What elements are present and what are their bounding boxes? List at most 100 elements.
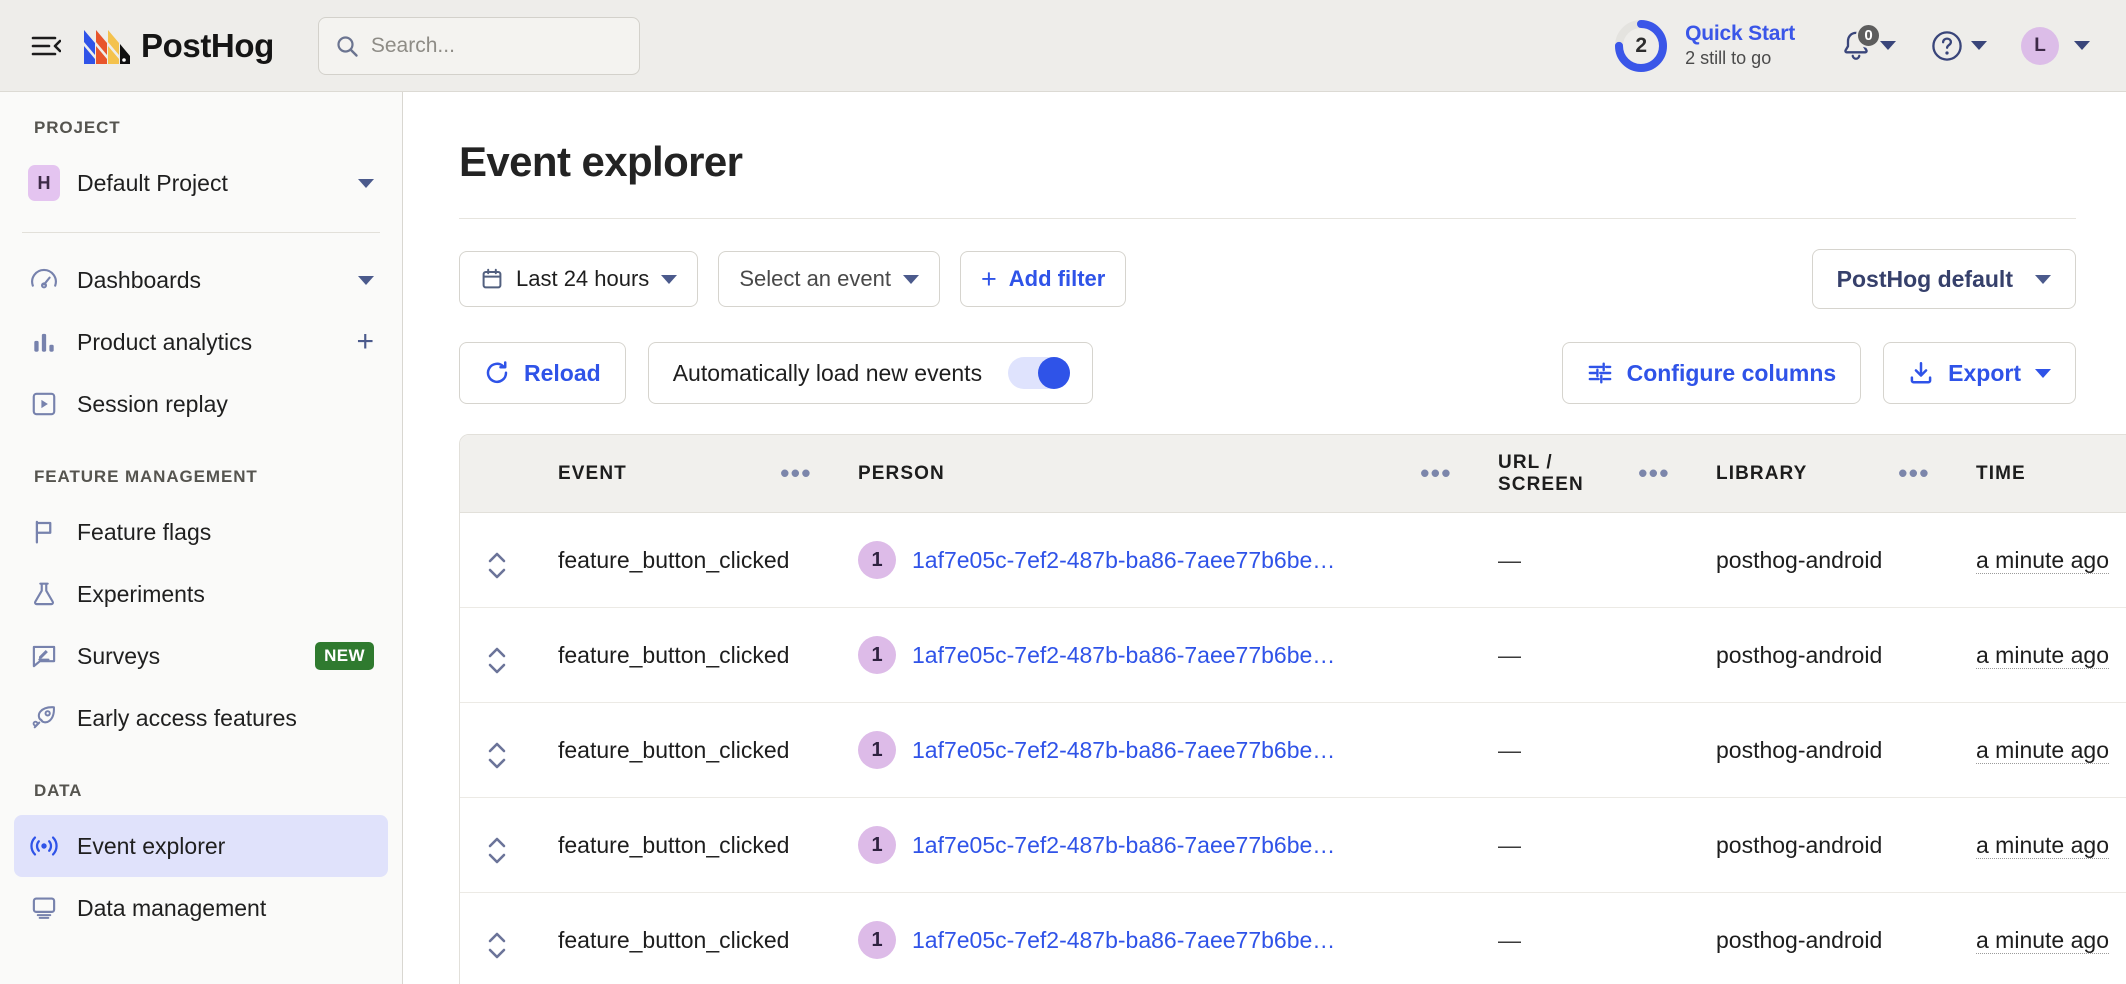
column-header-url-screen[interactable]: URL / SCREEN ••• <box>1474 435 1692 513</box>
table-row[interactable]: feature_button_clicked 1 1af7e05c-7ef2-487… <box>460 513 2126 608</box>
date-range-label: Last 24 hours <box>516 266 649 292</box>
events-table: EVENT ••• PERSON ••• <box>459 434 2126 984</box>
sidebar-divider <box>22 232 380 233</box>
date-range-selector[interactable]: Last 24 hours <box>459 251 698 307</box>
sidebar-item-event-explorer[interactable]: Event explorer <box>14 815 388 877</box>
ellipsis-icon[interactable]: ••• <box>1420 466 1474 482</box>
new-badge-wrapper: NEW <box>315 642 374 670</box>
auto-load-toggle[interactable] <box>1008 357 1070 389</box>
auto-load-toggle-row[interactable]: Automatically load new events <box>648 342 1093 404</box>
row-sort-toggle[interactable] <box>488 742 506 769</box>
data-source-label: PostHog default <box>1837 266 2013 293</box>
sidebar-item-data-management[interactable]: Data management <box>14 877 388 939</box>
person-link[interactable]: 1af7e05c-7ef2-487b-ba86-7aee77b6be… <box>912 927 1335 954</box>
row-expand-cell[interactable] <box>460 513 534 608</box>
chevron-up-icon <box>488 837 506 848</box>
row-expand-cell[interactable] <box>460 798 534 893</box>
row-event-cell: feature_button_clicked <box>534 893 834 984</box>
ellipsis-icon[interactable]: ••• <box>1898 466 1952 482</box>
row-sort-toggle[interactable] <box>488 552 506 579</box>
ellipsis-icon[interactable]: ••• <box>1638 466 1692 482</box>
column-header-person[interactable]: PERSON ••• <box>834 435 1474 513</box>
person-link[interactable]: 1af7e05c-7ef2-487b-ba86-7aee77b6be… <box>912 737 1335 764</box>
monitor-icon <box>28 892 60 924</box>
sidebar-item-default-project[interactable]: H Default Project <box>14 152 388 214</box>
sidebar-item-experiments[interactable]: Experiments <box>14 563 388 625</box>
posthog-logo[interactable]: PostHog <box>82 26 274 66</box>
sidebar-item-early-access-features[interactable]: Early access features <box>14 687 388 749</box>
sidebar-collapse-icon[interactable] <box>24 24 68 68</box>
new-insight-button[interactable]: + <box>356 327 374 357</box>
url-value: — <box>1474 642 1521 668</box>
sidebar-item-surveys[interactable]: Surveys NEW <box>14 625 388 687</box>
dashboards-chevron[interactable] <box>358 276 374 285</box>
person-count-badge: 1 <box>858 921 896 959</box>
url-value: — <box>1474 547 1521 573</box>
sidebar-item-label: Event explorer <box>77 833 225 860</box>
sidebar-item-label: Default Project <box>77 170 228 197</box>
column-header-event[interactable]: EVENT ••• <box>534 435 834 513</box>
project-initial: H <box>28 165 60 201</box>
sidebar-item-label: Dashboards <box>77 267 201 294</box>
help-button[interactable] <box>1922 23 1995 69</box>
add-filter-button[interactable]: + Add filter <box>960 251 1126 307</box>
quick-start-button[interactable]: 2 Quick Start 2 still to go <box>1613 18 1795 74</box>
project-chevron[interactable] <box>358 179 374 188</box>
table-toolbar: Reload Automatically load new events <box>403 309 2126 404</box>
gauge-icon <box>28 264 60 296</box>
sidebar-item-session-replay[interactable]: Session replay <box>14 373 388 435</box>
table-row[interactable]: feature_button_clicked11af7e05c-7ef2-487… <box>460 703 2126 798</box>
events-table-head: EVENT ••• PERSON ••• <box>460 435 2126 513</box>
table-row[interactable]: feature_button_clicked11af7e05c-7ef2-487… <box>460 798 2126 893</box>
event-name: feature_button_clicked <box>534 927 789 953</box>
row-expand-cell[interactable] <box>460 608 534 703</box>
sidebar-item-dashboards[interactable]: Dashboards <box>14 249 388 311</box>
top-navigation-bar: PostHog Search... 2 Quick Start <box>0 0 2126 92</box>
url-value: — <box>1474 737 1521 763</box>
library-value: posthog-android <box>1692 737 1882 763</box>
page-title: Event explorer <box>403 92 2126 186</box>
person-link[interactable]: 1af7e05c-7ef2-487b-ba86-7aee77b6be… <box>912 832 1335 859</box>
chevron-down-icon <box>358 179 374 188</box>
url-value: — <box>1474 832 1521 858</box>
calendar-icon <box>480 267 504 291</box>
row-sort-toggle[interactable] <box>488 647 506 674</box>
person-count-badge: 1 <box>858 541 896 579</box>
plus-icon: + <box>356 327 374 357</box>
table-row[interactable]: feature_button_clicked 1 1af7e05c-7ef2-487… <box>460 893 2126 984</box>
data-source-selector[interactable]: PostHog default <box>1812 249 2076 309</box>
row-expand-cell[interactable] <box>460 703 534 798</box>
person-link[interactable]: 1af7e05c-7ef2-487b-ba86-7aee77b6be… <box>912 547 1335 574</box>
row-event-cell: feature_button_clicked <box>534 798 834 893</box>
sidebar-item-product-analytics[interactable]: Product analytics + <box>14 311 388 373</box>
sidebar-item-label: Product analytics <box>77 329 252 356</box>
search-input[interactable]: Search... <box>318 17 640 75</box>
rocket-icon <box>28 702 60 734</box>
library-value: posthog-android <box>1692 832 1882 858</box>
search-placeholder: Search... <box>371 34 455 58</box>
account-menu-button[interactable]: L <box>2013 21 2098 71</box>
row-expand-cell[interactable] <box>460 893 534 984</box>
chevron-down-icon <box>2035 275 2051 284</box>
configure-columns-button[interactable]: Configure columns <box>1562 342 1862 404</box>
column-header-library[interactable]: LIBRARY ••• <box>1692 435 1952 513</box>
row-sort-toggle[interactable] <box>488 837 506 864</box>
row-person-cell: 11af7e05c-7ef2-487b-ba86-7aee77b6be… <box>834 798 1474 893</box>
flag-icon <box>28 516 60 548</box>
notifications-button[interactable]: 0 <box>1831 23 1904 69</box>
reload-button[interactable]: Reload <box>459 342 626 404</box>
add-filter-label: Add filter <box>1009 266 1106 292</box>
row-sort-toggle[interactable] <box>488 932 506 959</box>
person-link[interactable]: 1af7e05c-7ef2-487b-ba86-7aee77b6be… <box>912 642 1335 669</box>
table-row[interactable]: feature_button_clicked11af7e05c-7ef2-487… <box>460 608 2126 703</box>
sidebar-item-feature-flags[interactable]: Feature flags <box>14 501 388 563</box>
column-header-time[interactable]: TIME ••• <box>1952 435 2126 513</box>
export-button[interactable]: Export <box>1883 342 2076 404</box>
ellipsis-icon[interactable]: ••• <box>780 466 834 482</box>
column-header-label: EVENT <box>534 463 627 485</box>
sidebar-section-feature-management: FEATURE MANAGEMENT <box>0 467 402 487</box>
event-selector[interactable]: Select an event <box>718 251 940 307</box>
chevron-down-icon <box>488 663 506 674</box>
event-name: feature_button_clicked <box>534 547 789 573</box>
main-content: Event explorer Last 24 hours Select an e… <box>403 92 2126 984</box>
